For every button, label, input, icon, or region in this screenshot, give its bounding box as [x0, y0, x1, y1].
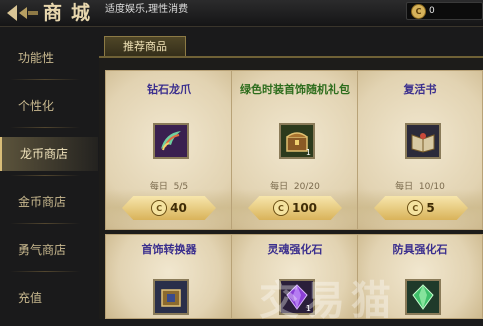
product-slot[interactable]: [153, 279, 189, 315]
divider: [10, 79, 80, 80]
green-gem-icon: [412, 284, 434, 310]
box-icon: [161, 289, 181, 307]
sidebar-item-label: 勇气商店: [18, 243, 67, 257]
product-name: 绿色时装首饰随机礼包: [240, 83, 350, 96]
page-title: 商城: [43, 2, 100, 24]
product-name: 首饰转换器: [141, 243, 197, 256]
buy-button[interactable]: C 40: [122, 196, 216, 220]
divider: [10, 127, 80, 128]
sidebar-item-label: 充值: [18, 291, 43, 305]
price-value: 40: [170, 201, 187, 215]
dragon-coin-icon: C: [272, 200, 289, 216]
back-button[interactable]: [2, 1, 42, 25]
product-name: 复活书: [403, 83, 437, 96]
sidebar-item-label: 功能性: [18, 51, 55, 65]
sidebar-item-label: 个性化: [18, 99, 55, 113]
sidebar-item-dragon-coin-shop[interactable]: 龙币商店: [0, 137, 98, 171]
category-sidebar: 功能性 个性化 龙币商店 金币商店 勇气商店 充值: [0, 30, 98, 319]
product-slot[interactable]: [405, 123, 441, 159]
sidebar-item-label: 金币商店: [18, 195, 67, 209]
claw-icon: [161, 131, 181, 151]
dragon-coin-icon: C: [411, 4, 426, 19]
product-name: 灵魂强化石: [267, 243, 323, 256]
divider: [10, 175, 80, 176]
item-quantity: 1: [305, 148, 311, 157]
product-name: 防具强化石: [392, 243, 448, 256]
slogan-text: 适度娱乐,理性消费: [105, 4, 189, 15]
price-value: 100: [291, 201, 318, 215]
sidebar-item-gold-shop[interactable]: 金币商店: [0, 185, 98, 219]
product-card-diamond-claw[interactable]: 钻石龙爪 每日 5/5 C 40: [105, 70, 233, 230]
sidebar-item-function[interactable]: 功能性: [0, 41, 98, 75]
currency-display: C 0: [406, 2, 483, 20]
product-grid: 钻石龙爪 每日 5/5 C 40 绿色时装首饰随机礼包 1 每日 20/20 C…: [99, 58, 483, 324]
book-icon: [411, 133, 435, 153]
price-value: 5: [426, 201, 435, 215]
product-slot[interactable]: 1: [279, 123, 315, 159]
buy-button[interactable]: C 5: [374, 196, 468, 220]
product-card-green-jewelry-pack[interactable]: 绿色时装首饰随机礼包 1 每日 20/20 C 100: [231, 70, 359, 230]
product-slot[interactable]: [405, 279, 441, 315]
dragon-coin-icon: C: [151, 200, 168, 216]
divider: [10, 271, 80, 272]
sidebar-item-label: 龙币商店: [20, 147, 69, 161]
divider: [10, 223, 80, 224]
back-arrow-icon: [7, 5, 38, 21]
product-name: 钻石龙爪: [147, 83, 191, 96]
dragon-coin-icon: C: [407, 200, 424, 216]
currency-amount: 0: [429, 6, 435, 16]
sidebar-item-personalize[interactable]: 个性化: [0, 89, 98, 123]
watermark-text: 交易猫: [259, 278, 397, 324]
tab-recommended[interactable]: 推荐商品: [104, 36, 186, 57]
product-card-revive-book[interactable]: 复活书 每日 10/10 C 5: [357, 70, 483, 230]
product-card-jewelry-converter[interactable]: 首饰转换器: [105, 234, 233, 319]
buy-button[interactable]: C 100: [248, 196, 342, 220]
sidebar-item-recharge[interactable]: 充值: [0, 281, 98, 315]
product-slot[interactable]: [153, 123, 189, 159]
top-bar: 商城 适度娱乐,理性消费 C 0: [0, 0, 483, 27]
sidebar-item-courage-shop[interactable]: 勇气商店: [0, 233, 98, 267]
